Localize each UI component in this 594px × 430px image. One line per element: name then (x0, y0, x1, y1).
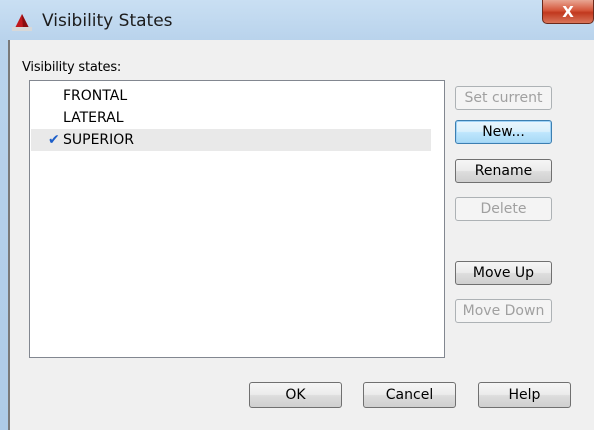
visibility-states-list[interactable]: FRONTAL LATERAL ✔ SUPERIOR (29, 80, 445, 358)
rename-button[interactable]: Rename (455, 159, 552, 183)
delete-button[interactable]: Delete (455, 197, 552, 221)
list-item[interactable]: LATERAL (31, 107, 431, 129)
list-item[interactable]: FRONTAL (31, 85, 431, 107)
window-title: Visibility States (42, 11, 173, 31)
dialog-client-area: Visibility states: FRONTAL LATERAL ✔ SUP… (8, 40, 594, 430)
checkmark-icon: ✔ (48, 132, 60, 148)
list-item-label: SUPERIOR (63, 132, 135, 148)
list-item-label: FRONTAL (63, 88, 128, 104)
ok-button[interactable]: OK (249, 382, 342, 408)
list-item-label: LATERAL (63, 110, 124, 126)
help-button[interactable]: Help (478, 382, 571, 408)
move-up-button[interactable]: Move Up (455, 261, 552, 285)
cancel-button[interactable]: Cancel (363, 382, 456, 408)
autocad-app-icon (12, 14, 32, 31)
close-button[interactable]: X (542, 0, 594, 24)
visibility-states-label: Visibility states: (22, 60, 122, 75)
list-item-current[interactable]: ✔ SUPERIOR (31, 129, 431, 151)
new-button[interactable]: New... (455, 120, 552, 144)
close-icon: X (562, 2, 574, 21)
title-bar[interactable]: Visibility States X (0, 0, 594, 40)
dialog-window: Visibility States X Visibility states: F… (0, 0, 594, 430)
move-down-button[interactable]: Move Down (455, 299, 552, 323)
set-current-button[interactable]: Set current (455, 86, 552, 110)
window-left-edge (8, 40, 10, 430)
